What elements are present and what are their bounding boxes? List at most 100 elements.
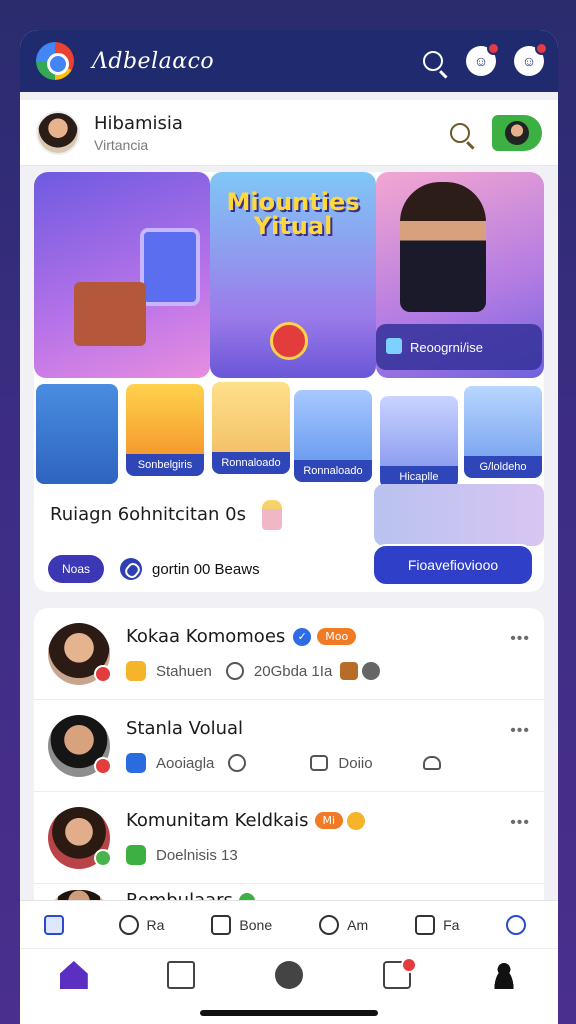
status-avatar-button[interactable]: [492, 114, 542, 151]
clock-icon[interactable]: [274, 961, 303, 989]
news-pill[interactable]: Noas: [48, 555, 104, 583]
list-item[interactable]: Rombulaars: [34, 884, 544, 900]
search-icon[interactable]: [450, 122, 470, 143]
banner-tile-games[interactable]: [34, 172, 210, 378]
girl-sticker-icon: [261, 500, 282, 530]
play-icon: [225, 662, 244, 680]
avatar[interactable]: [48, 806, 112, 869]
comment-icon: [118, 914, 139, 935]
inbox-icon[interactable]: [382, 957, 417, 989]
face-image: [464, 386, 542, 456]
notification-badge: [400, 957, 417, 973]
search-icon: [423, 51, 443, 71]
singer-image: [400, 182, 486, 312]
action-label: Fa: [443, 916, 460, 933]
item-meta: Stahuen: [156, 662, 212, 680]
avatar: [505, 120, 529, 145]
screen-illustration: [140, 228, 200, 306]
more-options-icon[interactable]: •••: [510, 722, 530, 740]
face-image: [380, 396, 458, 466]
play-orb-icon[interactable]: [270, 322, 308, 360]
search-button[interactable]: [418, 46, 448, 76]
home-indicator: [200, 1010, 378, 1016]
item-meta-secondary: Doiio: [338, 754, 373, 772]
top-bar: Λdbelaαco ☺ ☺: [20, 30, 558, 92]
flag-icon: [126, 753, 146, 773]
badge-icon: [238, 892, 255, 900]
action-label: Bone: [239, 916, 273, 933]
face-image: [294, 390, 372, 460]
action-bookmark[interactable]: Fa: [415, 914, 460, 935]
link-row[interactable]: gortin 00 Beaws: [120, 558, 260, 580]
action-comment[interactable]: Ra: [118, 914, 165, 935]
bell-icon[interactable]: [422, 756, 441, 770]
bear-icon: [362, 662, 381, 680]
face-image: [212, 382, 290, 452]
face-card[interactable]: Sonbelgiris: [124, 382, 206, 478]
avatar[interactable]: [48, 890, 110, 900]
face-card-label: Ronnaloado: [212, 452, 290, 474]
face-card[interactable]: [34, 382, 120, 486]
home-icon: [43, 914, 64, 935]
game-title: Miounties Yitual: [226, 188, 360, 240]
verified-icon: ✓: [293, 627, 312, 646]
share-icon: [211, 914, 232, 935]
message-badge: [535, 42, 548, 55]
action-home[interactable]: [43, 914, 72, 935]
more-options-icon[interactable]: •••: [510, 814, 530, 832]
profile-name: Hibamisia: [94, 112, 183, 134]
action-label: Ra: [146, 916, 165, 933]
bookmark-icon: [415, 914, 436, 935]
item-title: Kokaa Komomoes: [126, 626, 286, 647]
pot-icon: [340, 662, 359, 680]
item-title: Komunitam Keldkais: [126, 810, 309, 831]
face-card[interactable]: Ronnaloado: [292, 388, 374, 484]
more-options-icon[interactable]: •••: [510, 630, 530, 648]
messages-button[interactable]: ☺: [514, 42, 548, 76]
notifications-button[interactable]: ☺: [466, 42, 500, 76]
status-badge: [94, 848, 112, 867]
app-title: Λdbelaαco: [92, 48, 215, 74]
item-title: Rombulaars: [126, 890, 233, 900]
list-item[interactable]: Stanla Volual Aooiagla Doiio •••: [34, 700, 544, 792]
community-feed: Kokaa Komomoes ✓ Moo Stahuen 20Gbda 1Ia …: [34, 608, 544, 900]
face-card[interactable]: Ronnaloado: [210, 380, 292, 476]
box-illustration: [74, 282, 146, 346]
notification-badge: [487, 42, 500, 55]
face-card-label: G/loldeho: [464, 456, 542, 478]
face-card[interactable]: [374, 484, 544, 546]
flower-icon: [126, 661, 146, 681]
face-image: [36, 384, 118, 484]
list-item[interactable]: Kokaa Komomoes ✓ Moo Stahuen 20Gbda 1Ia …: [34, 608, 544, 700]
featured-banner[interactable]: Miounties Yitual Reoogrni/ise Sonbelgiri…: [34, 172, 544, 592]
action-person[interactable]: [506, 914, 534, 935]
avatar[interactable]: [36, 110, 80, 155]
face-card-label: Sonbelgiris: [126, 454, 204, 476]
item-meta: Doelnisis 13: [156, 846, 238, 864]
app-logo-icon[interactable]: [36, 42, 74, 80]
face-card[interactable]: G/loldeho: [462, 384, 544, 480]
community-title: Ruiagn 6ohnitcitan 0s: [50, 500, 282, 530]
home-icon[interactable]: [59, 961, 88, 989]
status-badge: [94, 664, 112, 683]
feature-button[interactable]: Fioavefioviooo: [372, 544, 534, 586]
avatar[interactable]: [48, 714, 112, 777]
profile-strip: Hibamisia Virtancia: [20, 100, 558, 166]
face-card[interactable]: Hicaplle: [378, 394, 460, 490]
list-item[interactable]: Komunitam Keldkais Mi Doelnisis 13 •••: [34, 792, 544, 884]
mail-icon[interactable]: [167, 961, 196, 989]
item-meta-secondary: 20Gbda 1Ia: [253, 662, 333, 680]
comment-icon[interactable]: [310, 755, 329, 771]
face-image: [126, 384, 204, 454]
status-badge: [94, 756, 112, 775]
tag-badge: Mi: [314, 812, 344, 829]
live-chip[interactable]: Reoogrni/ise: [376, 324, 542, 370]
action-label: Am: [347, 916, 369, 933]
avatar[interactable]: [48, 622, 112, 685]
user-icon[interactable]: [490, 961, 519, 989]
item-meta: Aooiagla: [156, 754, 215, 772]
link-text: gortin 00 Beaws: [152, 560, 260, 578]
action-share[interactable]: Bone: [211, 914, 273, 935]
link-icon: [120, 558, 142, 580]
action-chat[interactable]: Am: [319, 914, 369, 935]
